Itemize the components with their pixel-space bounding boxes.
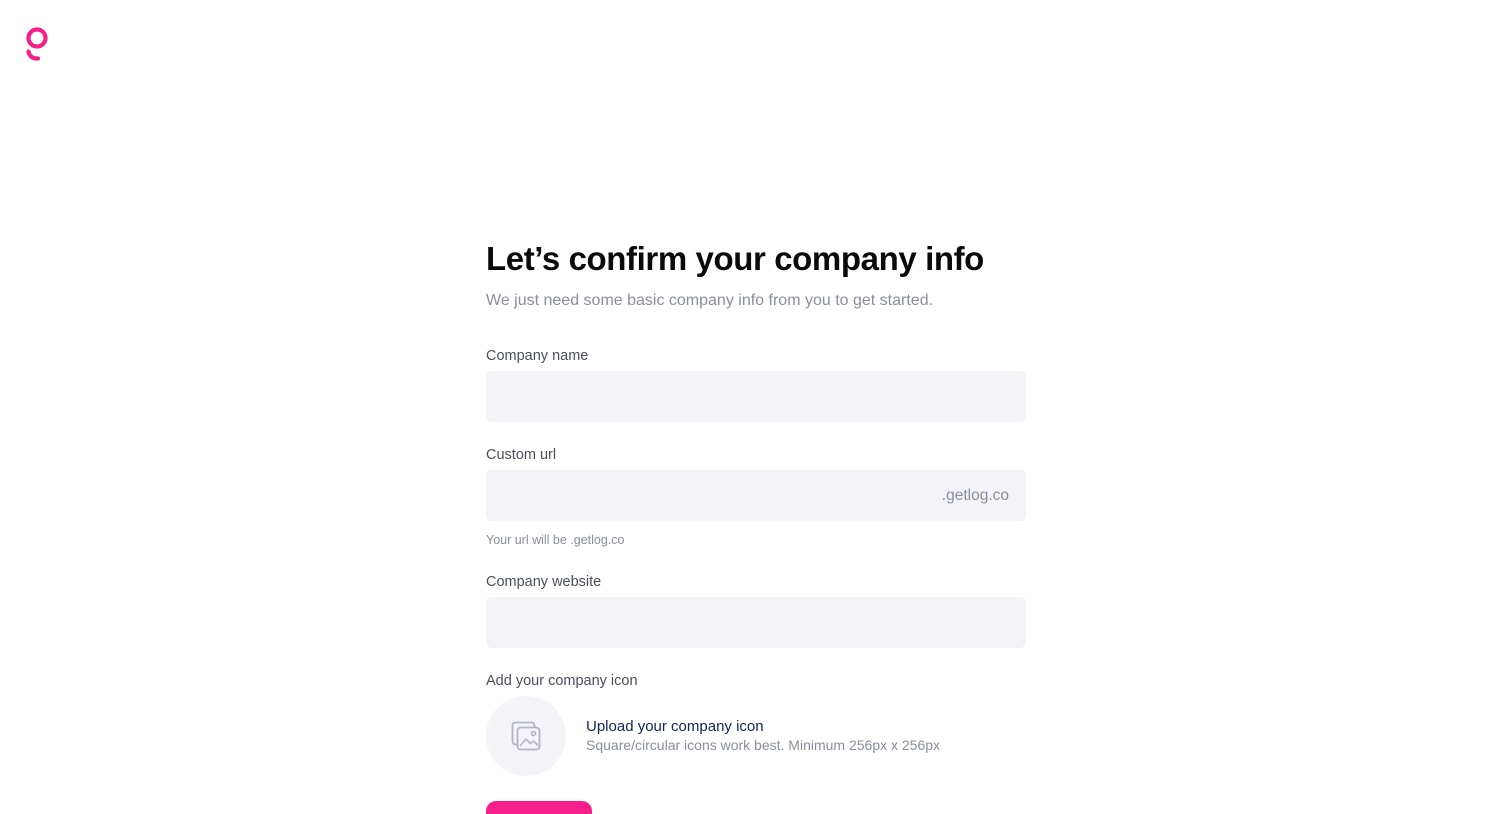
icon-upload-row: Upload your company icon Square/circular… xyxy=(486,696,940,776)
page-title: Let’s confirm your company info xyxy=(486,240,984,277)
company-info-form: Let’s confirm your company info We just … xyxy=(486,238,1026,814)
custom-url-label: Custom url xyxy=(486,447,557,463)
company-name-input-box xyxy=(486,371,1026,422)
continue-button[interactable] xyxy=(486,801,592,814)
company-icon-label: Add your company icon xyxy=(486,673,638,689)
custom-url-suffix: .getlog.co xyxy=(941,487,1009,504)
company-website-field: Company website xyxy=(486,572,1026,648)
custom-url-field: Custom url .getlog.co Your url will be .… xyxy=(486,445,1026,547)
image-placeholder-icon xyxy=(511,721,541,751)
company-name-input[interactable] xyxy=(486,371,1026,422)
company-icon-field: Add your company icon xyxy=(486,671,1026,691)
onboarding-page: Let’s confirm your company info We just … xyxy=(0,0,1512,814)
company-name-label: Company name xyxy=(486,348,589,364)
icon-upload-text: Upload your company icon Square/circular… xyxy=(586,718,940,754)
getlog-logo-icon[interactable] xyxy=(24,26,50,62)
company-website-input[interactable] xyxy=(486,597,1026,648)
upload-company-icon-link[interactable]: Upload your company icon xyxy=(586,718,940,736)
page-subtitle: We just need some basic company info fro… xyxy=(486,292,934,309)
company-website-input-box xyxy=(486,597,1026,648)
upload-hint-text: Square/circular icons work best. Minimum… xyxy=(586,737,941,753)
custom-url-helper-text: Your url will be .getlog.co xyxy=(486,533,625,547)
custom-url-input-box: .getlog.co xyxy=(486,470,1026,521)
company-website-label: Company website xyxy=(486,574,602,590)
icon-upload-dropzone[interactable] xyxy=(486,696,566,776)
company-name-field: Company name xyxy=(486,346,1026,422)
